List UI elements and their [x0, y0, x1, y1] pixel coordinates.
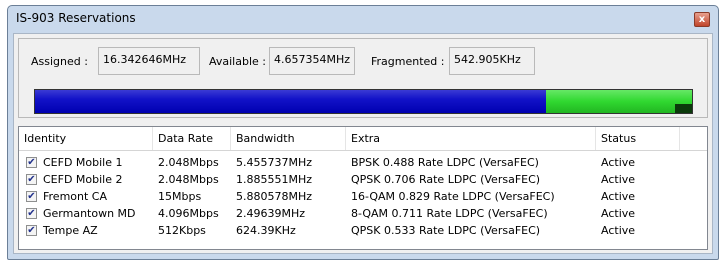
list-header: Identity Data Rate Bandwidth Extra Statu… [19, 127, 707, 151]
identity-cell: Tempe AZ [43, 224, 98, 237]
data-rate-cell: 512Kbps [158, 224, 206, 237]
summary-panel: Assigned : 16.342646MHz Available : 4.65… [18, 38, 708, 118]
row-checkbox[interactable]: ✔ [26, 174, 37, 185]
assigned-value: 16.342646MHz [98, 47, 200, 75]
extra-cell: QPSK 0.706 Rate LDPC (VersaFEC) [351, 173, 541, 186]
checkmark-icon: ✔ [27, 225, 36, 236]
checkmark-icon: ✔ [27, 191, 36, 202]
bandwidth-cell: 2.49639MHz [236, 207, 306, 220]
data-rate-cell: 2.048Mbps [158, 173, 219, 186]
checkmark-icon: ✔ [27, 174, 36, 185]
checkmark-icon: ✔ [27, 157, 36, 168]
extra-cell: 16-QAM 0.829 Rate LDPC (VersaFEC) [351, 190, 555, 203]
status-cell: Active [601, 156, 636, 169]
fragmented-label: Fragmented : [371, 55, 445, 68]
table-row[interactable]: ✔ CEFD Mobile 1 2.048Mbps 5.455737MHz BP… [19, 154, 707, 171]
identity-cell: Germantown MD [43, 207, 136, 220]
available-bandwidth-fill [546, 90, 692, 113]
extra-cell: QPSK 0.533 Rate LDPC (VersaFEC) [351, 224, 541, 237]
status-cell: Active [601, 207, 636, 220]
status-cell: Active [601, 190, 636, 203]
status-cell: Active [601, 173, 636, 186]
column-header-identity[interactable]: Identity [19, 127, 153, 150]
extra-cell: 8-QAM 0.711 Rate LDPC (VersaFEC) [351, 207, 548, 220]
data-rate-cell: 4.096Mbps [158, 207, 219, 220]
data-rate-cell: 15Mbps [158, 190, 202, 203]
reservations-list[interactable]: Identity Data Rate Bandwidth Extra Statu… [18, 126, 708, 250]
window-client-area: Assigned : 16.342646MHz Available : 4.65… [13, 33, 713, 254]
bandwidth-cell: 5.880578MHz [236, 190, 313, 203]
available-value: 4.657354MHz [269, 47, 355, 75]
bandwidth-cell: 5.455737MHz [236, 156, 313, 169]
status-cell: Active [601, 224, 636, 237]
data-rate-cell: 2.048Mbps [158, 156, 219, 169]
identity-cell: CEFD Mobile 2 [43, 173, 123, 186]
fragmented-value: 542.905KHz [449, 47, 535, 75]
fragmented-bandwidth-fill [674, 104, 692, 113]
column-header-data-rate[interactable]: Data Rate [153, 127, 231, 150]
assigned-bandwidth-fill [35, 90, 547, 113]
checkmark-icon: ✔ [27, 208, 36, 219]
title-bar[interactable]: IS-903 Reservations x [8, 6, 718, 32]
row-checkbox[interactable]: ✔ [26, 208, 37, 219]
close-icon[interactable]: x [694, 12, 710, 27]
row-checkbox[interactable]: ✔ [26, 225, 37, 236]
table-row[interactable]: ✔ CEFD Mobile 2 2.048Mbps 1.885551MHz QP… [19, 171, 707, 188]
reservations-window: IS-903 Reservations x Assigned : 16.3426… [7, 5, 719, 260]
identity-cell: CEFD Mobile 1 [43, 156, 123, 169]
extra-cell: BPSK 0.488 Rate LDPC (VersaFEC) [351, 156, 539, 169]
bandwidth-usage-bar [34, 89, 693, 114]
identity-cell: Fremont CA [43, 190, 108, 203]
bandwidth-cell: 624.39KHz [236, 224, 296, 237]
row-checkbox[interactable]: ✔ [26, 157, 37, 168]
bandwidth-cell: 1.885551MHz [236, 173, 313, 186]
column-header-status[interactable]: Status [596, 127, 680, 150]
table-row[interactable]: ✔ Germantown MD 4.096Mbps 2.49639MHz 8-Q… [19, 205, 707, 222]
column-header-extra[interactable]: Extra [346, 127, 596, 150]
table-row[interactable]: ✔ Fremont CA 15Mbps 5.880578MHz 16-QAM 0… [19, 188, 707, 205]
table-row[interactable]: ✔ Tempe AZ 512Kbps 624.39KHz QPSK 0.533 … [19, 222, 707, 239]
column-header-bandwidth[interactable]: Bandwidth [231, 127, 346, 150]
row-checkbox[interactable]: ✔ [26, 191, 37, 202]
window-title: IS-903 Reservations [16, 11, 136, 25]
available-label: Available : [209, 55, 266, 68]
assigned-label: Assigned : [31, 55, 88, 68]
